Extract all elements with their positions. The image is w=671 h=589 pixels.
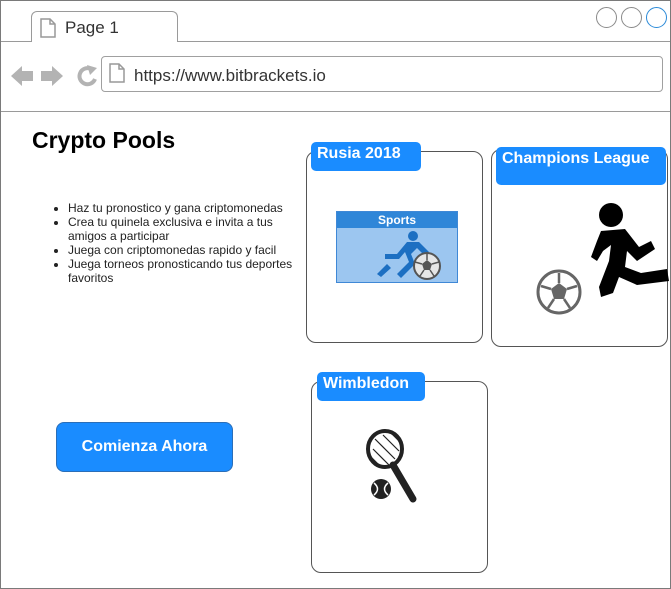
- window-close-button[interactable]: [596, 7, 617, 28]
- nav-controls: [11, 64, 101, 93]
- browser-window: Page 1 https://www.bitbrackets.io Crypto…: [0, 0, 671, 589]
- page-icon: [40, 18, 56, 43]
- feature-item: Haz tu pronostico y gana criptomonedas: [68, 201, 298, 215]
- page-icon: [109, 63, 125, 88]
- tennis-icon: [366, 429, 417, 503]
- sports-widget: Sports: [336, 211, 458, 283]
- soccer-ball-icon: [413, 252, 441, 280]
- forward-arrow-icon[interactable]: [41, 66, 63, 86]
- sports-widget-title: Sports: [337, 212, 457, 228]
- feature-item: Juega con criptomonedas rapido y facil: [68, 243, 298, 257]
- soccer-ball-icon: [536, 269, 582, 315]
- window-maximize-button[interactable]: [646, 7, 667, 28]
- feature-list: Haz tu pronostico y gana criptomonedas C…: [36, 201, 298, 285]
- reload-icon[interactable]: [77, 65, 97, 87]
- address-bar[interactable]: https://www.bitbrackets.io: [101, 56, 663, 92]
- window-minimize-button[interactable]: [621, 7, 642, 28]
- feature-item: Juega torneos pronosticando tus deportes…: [68, 257, 298, 285]
- page-title: Crypto Pools: [32, 127, 176, 153]
- url-text[interactable]: https://www.bitbrackets.io: [134, 66, 326, 86]
- start-now-button[interactable]: Comienza Ahora: [56, 422, 233, 472]
- card-label-wimbledon[interactable]: Wimbledon: [317, 372, 425, 401]
- browser-tab[interactable]: Page 1: [31, 11, 178, 42]
- card-label-champions-league[interactable]: Champions League: [496, 147, 666, 185]
- feature-item: Crea tu quinela exclusiva e invita a tus…: [68, 215, 298, 243]
- card-label-rusia-2018[interactable]: Rusia 2018: [311, 142, 421, 171]
- browser-chrome: Page 1 https://www.bitbrackets.io: [1, 1, 670, 112]
- tab-title: Page 1: [65, 18, 119, 37]
- running-person-icon: [591, 203, 669, 297]
- back-arrow-icon[interactable]: [11, 66, 33, 86]
